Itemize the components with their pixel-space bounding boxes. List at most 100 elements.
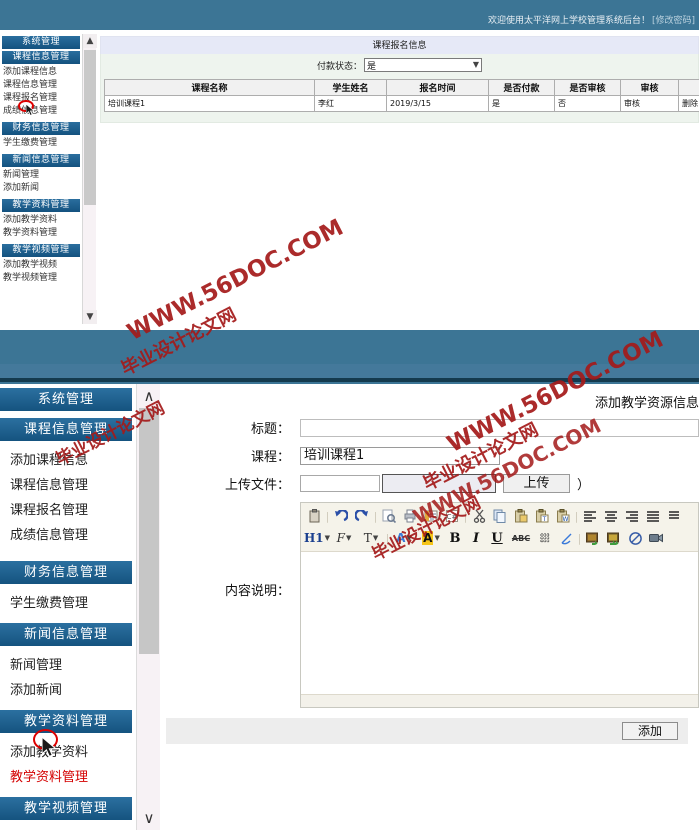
sidebar-group-header-0[interactable]: 系统管理 (2, 36, 80, 49)
sidebar-group-header-2[interactable]: 财务信息管理 (2, 122, 80, 135)
sidebar-scrollbar-bottom[interactable]: ∧ ∨ (136, 384, 160, 830)
sidebar-item-course-registration[interactable]: 课程报名管理 (0, 92, 82, 105)
strikethrough-icon[interactable]: ABC (508, 528, 534, 548)
sidebar-item-news-manage[interactable]: 新闻管理 (0, 169, 82, 182)
scrollbar-thumb[interactable] (84, 50, 96, 205)
scrollbar-thumb[interactable] (139, 408, 159, 654)
chevron-down-icon: ▼ (345, 534, 352, 542)
app-header-inner: 欢迎使用太平洋网上学校管理系统后台！ [修改密码] (0, 8, 699, 30)
chevron-up-icon[interactable]: ▲ (83, 34, 97, 48)
chevron-up-icon[interactable]: ∧ (137, 384, 161, 408)
sidebar-item-student-fee-b[interactable]: 学生缴费管理 (0, 591, 136, 616)
copy-icon[interactable] (490, 506, 510, 526)
sidebar-item-add-news-b[interactable]: 添加新闻 (0, 678, 136, 703)
add-button[interactable]: 添加 (622, 722, 678, 740)
sidebar-item-material-manage-b[interactable]: 教学资料管理 (0, 765, 136, 790)
chevron-down-icon: ▼ (434, 534, 440, 542)
align-left-icon[interactable] (580, 506, 600, 526)
paste-plain-icon[interactable] (511, 506, 531, 526)
paste-word-icon[interactable]: W (553, 506, 573, 526)
svg-text:C#: C# (447, 513, 458, 521)
sidebar-group-header-5-b[interactable]: 教学视频管理 (0, 797, 132, 820)
payment-status-select[interactable]: 是 ▼ (364, 58, 482, 72)
sidebar-item-add-course-b[interactable]: 添加课程信息 (0, 448, 136, 473)
sidebar-scrollbar-top[interactable]: ▲ ▼ (82, 34, 97, 324)
font-size-icon[interactable]: T ▼ (358, 528, 384, 548)
th-student-name: 学生姓名 (314, 79, 387, 96)
video-icon[interactable] (646, 528, 666, 548)
course-input[interactable]: 培训课程1 (300, 446, 500, 465)
sidebar-item-video-manage[interactable]: 教学视频管理 (0, 272, 82, 285)
filter-bar: 付款状态： 是 ▼ (100, 54, 699, 76)
paste-text-icon[interactable]: T (532, 506, 552, 526)
sidebar-group-header-4-b[interactable]: 教学资料管理 (0, 710, 132, 733)
change-password-link[interactable]: [修改密码] (652, 13, 695, 26)
sidebar-item-grade-manage-b[interactable]: 成绩信息管理 (0, 523, 136, 548)
chevron-down-icon[interactable]: ▼ (83, 310, 97, 324)
italic-icon[interactable]: I (466, 528, 486, 548)
sidebar-group-header-3-b[interactable]: 新闻信息管理 (0, 623, 132, 646)
cell-reviewed: 否 (554, 95, 621, 112)
bottom-zoomed-panel: 系统管理 课程信息管理 添加课程信息 课程信息管理 课程报名管理 成绩信息管理 … (0, 384, 699, 830)
table-header-row: 课程名称 学生姓名 报名时间 是否付款 是否审核 审核 删除 (104, 79, 699, 96)
sidebar-item-add-material-b[interactable]: 添加教学资料 (0, 740, 136, 765)
filter-label: 付款状态： (316, 61, 362, 72)
sidebar-group-header-4[interactable]: 教学资料管理 (2, 199, 80, 212)
template-icon[interactable] (421, 506, 441, 526)
link-icon[interactable] (625, 528, 645, 548)
paste-icon[interactable] (304, 506, 324, 526)
undo-icon[interactable] (331, 506, 351, 526)
eraser-icon[interactable] (556, 528, 576, 548)
redo-icon[interactable] (352, 506, 372, 526)
underline-icon[interactable]: U (487, 528, 507, 548)
preview-icon[interactable] (379, 506, 399, 526)
cut-icon[interactable] (469, 506, 489, 526)
sidebar-item-material-manage[interactable]: 教学资料管理 (0, 227, 82, 240)
sidebar-group-header-1-b[interactable]: 课程信息管理 (0, 418, 132, 441)
sidebar-group-header-2-b[interactable]: 财务信息管理 (0, 561, 132, 584)
strike-label: ABC (511, 533, 531, 543)
title-input[interactable] (300, 418, 699, 437)
form-row-content: 内容说明： | | C# | T W | H1 ▼ F ▼ T ▼ | A ▼ … (160, 502, 699, 708)
sidebar-group-header-3[interactable]: 新闻信息管理 (2, 154, 80, 167)
align-right-icon[interactable] (622, 506, 642, 526)
sidebar-item-student-fee[interactable]: 学生缴费管理 (0, 137, 82, 150)
sidebar-group-header-5[interactable]: 教学视频管理 (2, 244, 80, 257)
sidebar-group-header-1[interactable]: 课程信息管理 (2, 51, 80, 64)
image-icon[interactable] (583, 528, 603, 548)
bold-icon[interactable]: B (445, 528, 465, 548)
browse-button[interactable] (382, 474, 496, 493)
mouse-cursor-icon (26, 104, 35, 116)
sidebar-item-add-video[interactable]: 添加教学视频 (0, 259, 82, 272)
align-justify-icon[interactable] (643, 506, 663, 526)
course-label: 课程： (250, 450, 290, 465)
bottom-page-title: 添加教学资源信息 (594, 396, 699, 411)
sidebar-item-course-manage[interactable]: 课程信息管理 (0, 79, 82, 92)
grid-icon[interactable] (535, 528, 555, 548)
rich-text-editor[interactable]: | | C# | T W | H1 ▼ F ▼ T ▼ | A ▼ A ▼ B … (300, 502, 699, 708)
sidebar-item-add-course[interactable]: 添加课程信息 (0, 66, 82, 79)
file-path-input[interactable] (300, 475, 380, 492)
align-center-icon[interactable] (601, 506, 621, 526)
font-family-icon[interactable]: F ▼ (331, 528, 357, 548)
upload-button[interactable]: 上传 (503, 474, 570, 493)
sidebar-item-news-manage-b[interactable]: 新闻管理 (0, 653, 136, 678)
editor-content-area[interactable] (301, 552, 698, 694)
delete-link[interactable]: 删除 (678, 95, 699, 112)
text-color-icon[interactable]: A ▼ (391, 528, 417, 548)
sidebar-item-add-news[interactable]: 添加新闻 (0, 182, 82, 195)
bg-color-icon[interactable]: A ▼ (418, 528, 444, 548)
code-icon[interactable]: C# (442, 506, 462, 526)
sidebar-item-course-manage-b[interactable]: 课程信息管理 (0, 473, 136, 498)
heading-icon[interactable]: H1 ▼ (304, 528, 330, 548)
sidebar-item-add-material[interactable]: 添加教学资料 (0, 214, 82, 227)
chevron-down-icon[interactable]: ∨ (137, 806, 161, 830)
sidebar-item-course-registration-b[interactable]: 课程报名管理 (0, 498, 136, 523)
more-icon[interactable] (664, 506, 684, 526)
flash-icon[interactable] (604, 528, 624, 548)
sidebar-group-header-0-b[interactable]: 系统管理 (0, 388, 132, 411)
form-row-title: 标题： (160, 418, 699, 437)
sidebar-item-grade-manage[interactable]: 成绩信息管理 (0, 105, 82, 118)
review-link[interactable]: 审核 (620, 95, 679, 112)
print-icon[interactable] (400, 506, 420, 526)
